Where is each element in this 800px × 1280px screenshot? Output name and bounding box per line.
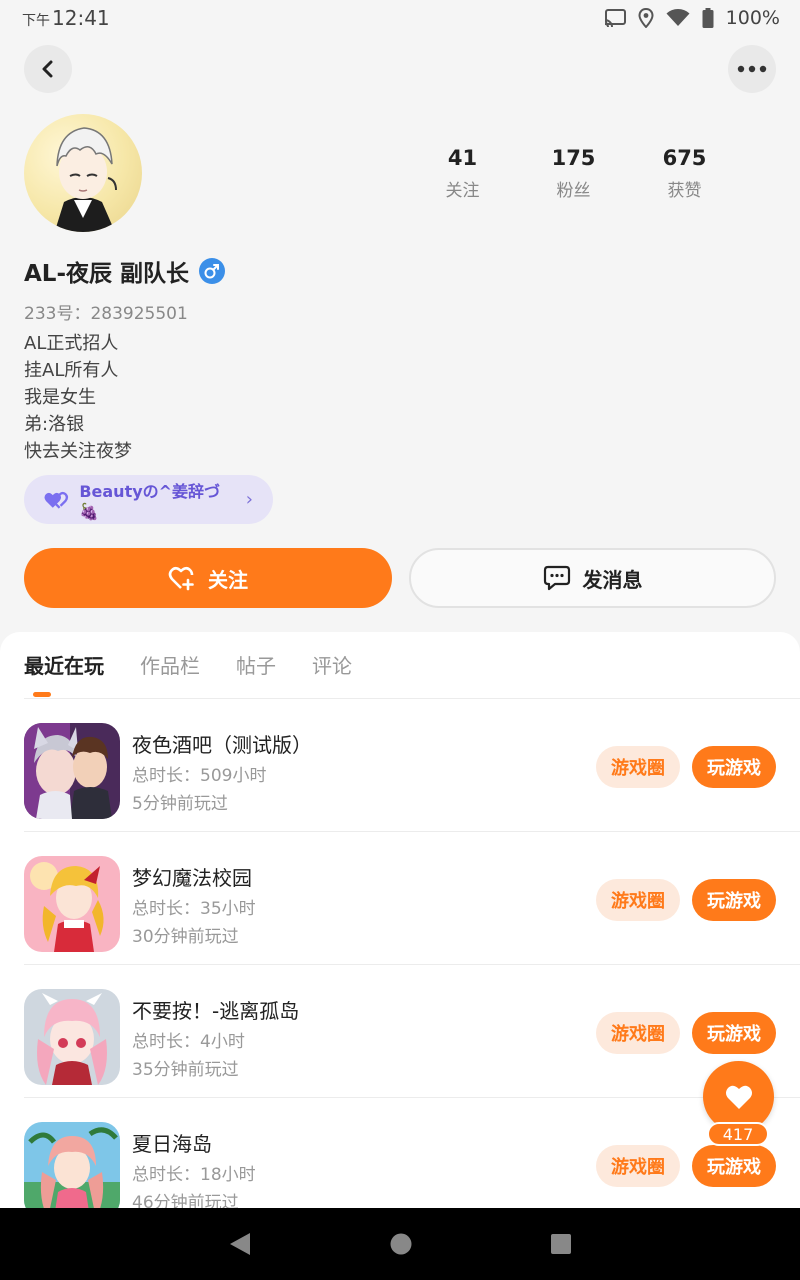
game-icon[interactable]: [24, 723, 120, 819]
play-game-button[interactable]: 玩游戏: [692, 1145, 776, 1187]
game-duration: 总时长：35小时: [132, 899, 256, 919]
game-last-played: 30分钟前玩过: [132, 927, 239, 947]
guild-chip[interactable]: Beautyの^姜辞づ🍇 ›: [24, 475, 273, 524]
game-title: 夜色酒吧（测试版）: [132, 733, 312, 757]
avatar[interactable]: [24, 114, 142, 232]
game-circle-button[interactable]: 游戏圈: [596, 1145, 680, 1187]
status-bar: 下午 12:41 100%: [0, 0, 800, 36]
battery-percent: 100%: [725, 7, 780, 29]
nav-home-icon[interactable]: [389, 1232, 413, 1256]
stat-following-value: 41: [447, 146, 478, 170]
location-icon: [638, 8, 654, 28]
stat-likes[interactable]: 675 获赞: [629, 146, 740, 201]
stat-following-label: 关注: [445, 181, 480, 201]
tab-recently-played[interactable]: 最近在玩: [24, 650, 104, 679]
game-icon[interactable]: [24, 1122, 120, 1208]
double-heart-icon: [44, 491, 69, 509]
system-nav-bar: [0, 1208, 800, 1280]
nav-recents-icon[interactable]: [550, 1233, 572, 1255]
bio: AL正式招人 挂AL所有人 我是女生 弟:洛银 快去关注夜梦: [24, 330, 132, 465]
stat-followers-value: 175: [551, 146, 596, 170]
more-dots-icon: [737, 65, 767, 73]
list-item[interactable]: 夜色酒吧（测试版） 总时长：509小时 5分钟前玩过 游戏圈 玩游戏: [0, 699, 800, 832]
play-game-button[interactable]: 玩游戏: [692, 879, 776, 921]
game-circle-button[interactable]: 游戏圈: [596, 746, 680, 788]
game-duration: 总时长：18小时: [132, 1165, 256, 1185]
follow-button-label: 关注: [208, 567, 248, 592]
bio-line: 弟:洛银: [24, 414, 85, 435]
game-circle-button[interactable]: 游戏圈: [596, 1012, 680, 1054]
bio-line: 挂AL所有人: [24, 360, 119, 381]
wifi-icon: [666, 9, 690, 27]
nav-back-icon[interactable]: [228, 1231, 252, 1257]
name-row: AL-夜辰 副队长: [24, 254, 226, 288]
heart-plus-icon: [168, 566, 194, 591]
status-icons: 100%: [604, 7, 780, 29]
back-button[interactable]: [24, 45, 72, 93]
game-last-played: 35分钟前玩过: [132, 1060, 239, 1080]
bio-line: 我是女生: [24, 387, 96, 408]
list-item[interactable]: 梦幻魔法校园 总时长：35小时 30分钟前玩过 游戏圈 玩游戏: [0, 832, 800, 965]
stat-likes-label: 获赞: [667, 181, 702, 201]
game-icon[interactable]: [24, 989, 120, 1085]
guild-name: Beautyの^姜辞づ🍇: [79, 482, 221, 521]
profile-name: AL-夜辰 副队长: [24, 261, 190, 287]
profile-stats: 41 关注 175 粉丝 675 获赞: [407, 146, 740, 201]
message-button[interactable]: 发消息: [409, 548, 776, 608]
game-circle-button[interactable]: 游戏圈: [596, 879, 680, 921]
message-button-label: 发消息: [582, 567, 643, 592]
chevron-left-icon: [42, 60, 53, 78]
status-time-group: 下午 12:41: [22, 6, 110, 30]
game-last-played: 46分钟前玩过: [132, 1193, 239, 1208]
stat-likes-value: 675: [662, 146, 707, 170]
list-item[interactable]: 不要按！-逃离孤岛 总时长：4小时 35分钟前玩过 游戏圈 玩游戏: [0, 965, 800, 1098]
tab-posts[interactable]: 帖子: [236, 650, 276, 679]
chevron-right-icon: ›: [245, 489, 253, 510]
like-count-badge: 417: [707, 1122, 769, 1146]
status-time: 12:41: [52, 6, 110, 30]
bio-line: AL正式招人: [24, 333, 119, 354]
more-button[interactable]: [728, 45, 776, 93]
chat-bubble-icon: [543, 565, 570, 591]
content-card: 最近在玩 作品栏 帖子 评论 夜色酒吧（测试版） 总时长：509小时 5分钟前玩…: [0, 632, 800, 1208]
follow-button[interactable]: 关注: [24, 548, 392, 608]
cast-icon: [604, 9, 626, 27]
game-duration: 总时长：4小时: [132, 1032, 245, 1052]
tab-works[interactable]: 作品栏: [140, 650, 200, 679]
game-title: 夏日海岛: [132, 1132, 212, 1156]
stat-followers-label: 粉丝: [556, 181, 591, 201]
heart-icon: [725, 1085, 752, 1109]
game-title: 梦幻魔法校园: [132, 866, 252, 890]
tab-indicator: [33, 692, 51, 697]
list-item[interactable]: 夏日海岛 总时长：18小时 46分钟前玩过 游戏圈 玩游戏: [0, 1098, 800, 1208]
play-game-button[interactable]: 玩游戏: [692, 1012, 776, 1054]
game-list: 夜色酒吧（测试版） 总时长：509小时 5分钟前玩过 游戏圈 玩游戏 梦幻魔法校…: [0, 699, 800, 1208]
user-id: 233号：283925501: [24, 304, 188, 324]
stat-followers[interactable]: 175 粉丝: [518, 146, 629, 201]
tab-comments[interactable]: 评论: [312, 650, 352, 679]
stat-following[interactable]: 41 关注: [407, 146, 518, 201]
status-time-prefix: 下午: [22, 13, 50, 29]
game-duration: 总时长：509小时: [132, 766, 267, 786]
play-game-button[interactable]: 玩游戏: [692, 746, 776, 788]
battery-icon: [702, 8, 714, 28]
avatar-illustration: [54, 127, 117, 232]
game-title: 不要按！-逃离孤岛: [132, 999, 300, 1023]
male-gender-icon: [199, 258, 226, 284]
tab-bar: 最近在玩 作品栏 帖子 评论: [24, 650, 352, 679]
game-last-played: 5分钟前玩过: [132, 794, 228, 814]
bio-line: 快去关注夜梦: [24, 441, 132, 462]
game-icon[interactable]: [24, 856, 120, 952]
